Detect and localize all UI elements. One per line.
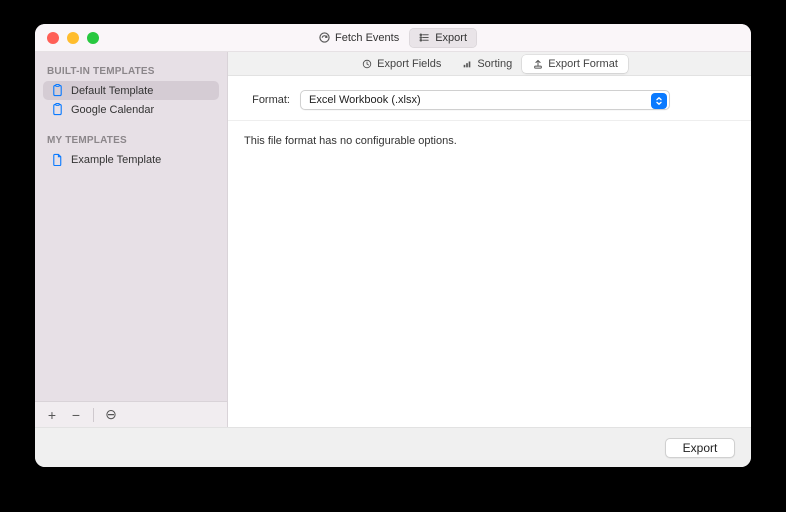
title-segmented-control: Fetch Events Export — [309, 28, 477, 48]
template-icon — [51, 103, 64, 116]
output-icon — [532, 58, 543, 69]
format-row: Format: Excel Workbook (.xlsx) — [228, 76, 751, 120]
close-icon[interactable] — [47, 32, 59, 44]
add-button[interactable]: + — [43, 406, 61, 424]
format-label: Format: — [244, 94, 290, 106]
export-button-label: Export — [683, 441, 718, 455]
chevrons-icon — [651, 93, 667, 109]
tab-label: Sorting — [477, 58, 512, 70]
sidebar-item-google-calendar[interactable]: Google Calendar — [43, 100, 219, 119]
template-icon — [51, 84, 64, 97]
sidebar-item-label: Google Calendar — [71, 104, 154, 116]
tab-sorting[interactable]: Sorting — [451, 55, 522, 73]
content-area: BUILT-IN TEMPLATES Default Template Goog… — [35, 52, 751, 427]
footer: Export — [35, 427, 751, 467]
remove-button[interactable]: − — [67, 406, 85, 424]
format-value: Excel Workbook (.xlsx) — [309, 94, 421, 106]
divider — [93, 408, 94, 422]
list-icon — [419, 32, 430, 43]
fetch-events-label: Fetch Events — [335, 32, 399, 44]
sidebar-item-default-template[interactable]: Default Template — [43, 81, 219, 100]
action-button[interactable]: ⊖ — [102, 406, 120, 424]
minimize-icon[interactable] — [67, 32, 79, 44]
action-icon: ⊖ — [105, 406, 117, 423]
bars-icon — [461, 58, 472, 69]
tab-label: Export Format — [548, 58, 618, 70]
sidebar: BUILT-IN TEMPLATES Default Template Goog… — [35, 52, 228, 427]
sidebar-item-example-template[interactable]: Example Template — [43, 150, 219, 169]
tab-export-format[interactable]: Export Format — [522, 55, 628, 73]
tabbar: Export Fields Sorting Export Format — [228, 52, 751, 76]
sidebar-item-label: Example Template — [71, 154, 161, 166]
export-label: Export — [435, 32, 467, 44]
app-window: Fetch Events Export BUILT-IN TEMPLATES D… — [35, 24, 751, 467]
plus-icon: + — [48, 407, 56, 423]
tab-export-fields[interactable]: Export Fields — [351, 55, 451, 73]
sidebar-item-label: Default Template — [71, 85, 153, 97]
clock-icon — [361, 58, 372, 69]
format-note: This file format has no configurable opt… — [228, 120, 751, 161]
export-button[interactable]: Export — [665, 438, 735, 458]
traffic-lights — [47, 32, 99, 44]
document-icon — [51, 153, 64, 166]
fetch-events-tab[interactable]: Fetch Events — [309, 28, 409, 48]
zoom-icon[interactable] — [87, 32, 99, 44]
fetch-icon — [319, 32, 330, 43]
main-panel: Export Fields Sorting Export Format — [228, 52, 751, 427]
sidebar-body: BUILT-IN TEMPLATES Default Template Goog… — [35, 52, 227, 401]
export-tab[interactable]: Export — [409, 28, 477, 48]
tab-label: Export Fields — [377, 58, 441, 70]
tab-segmented-control: Export Fields Sorting Export Format — [351, 55, 628, 73]
format-select[interactable]: Excel Workbook (.xlsx) — [300, 90, 670, 110]
sidebar-header-builtin: BUILT-IN TEMPLATES — [35, 60, 227, 81]
sidebar-header-my: MY TEMPLATES — [35, 129, 227, 150]
minus-icon: − — [72, 407, 80, 423]
sidebar-footer: + − ⊖ — [35, 401, 227, 427]
titlebar: Fetch Events Export — [35, 24, 751, 52]
